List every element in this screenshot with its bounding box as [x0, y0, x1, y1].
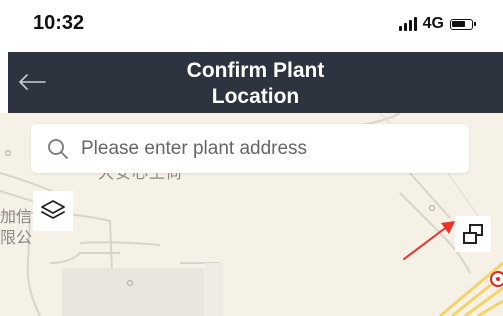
signal-bars-icon: [398, 17, 417, 31]
page-title: Confirm Plant Location: [108, 58, 403, 110]
page-title-line-1: Confirm Plant: [186, 59, 325, 82]
search-box[interactable]: [31, 124, 469, 173]
page-title-line-2: Location: [211, 85, 300, 108]
navigation-bar: Confirm Plant Location: [8, 52, 503, 113]
map-switch-icon: [463, 224, 483, 244]
map-label-left-2: 限公: [0, 230, 33, 247]
search-icon: [48, 138, 68, 159]
search-input[interactable]: [81, 137, 441, 160]
back-button[interactable]: [14, 66, 50, 98]
status-icons: 4G: [398, 14, 476, 34]
arrow-left-icon: [19, 74, 46, 90]
network-type: 4G: [422, 15, 444, 32]
layers-icon: [41, 200, 65, 219]
status-bar: 10:32 4G: [0, 0, 503, 52]
status-time: 10:32: [33, 12, 85, 34]
map-switch-button[interactable]: [455, 216, 491, 252]
layers-button[interactable]: [33, 191, 73, 231]
battery-icon: [450, 18, 476, 30]
